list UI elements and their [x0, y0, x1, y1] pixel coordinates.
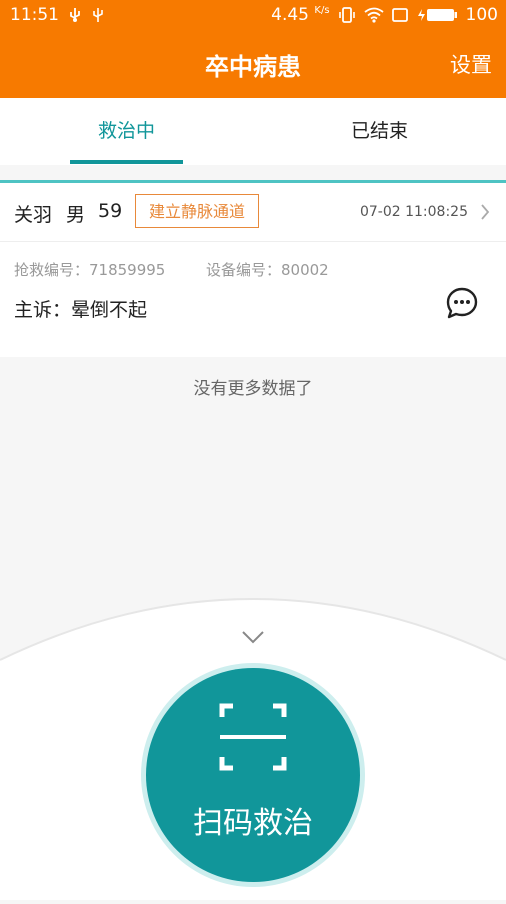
- patient-gender: 男: [66, 204, 86, 226]
- tab-in-treatment[interactable]: 救治中: [0, 98, 253, 165]
- scan-frame-icon: [219, 703, 287, 775]
- page-title: 卒中病患: [205, 53, 301, 81]
- battery-level: 100: [465, 5, 498, 25]
- chevron-down-icon[interactable]: [241, 629, 265, 648]
- rescue-number: 抢救编号：71859995: [14, 261, 166, 279]
- wifi-icon: [363, 7, 384, 23]
- chief-complaint: 主诉：晕倒不起: [14, 299, 148, 321]
- patient-timestamp: 07-02 11:08:25: [359, 204, 468, 220]
- battery-icon: [416, 7, 458, 23]
- screen-icon: [391, 8, 408, 22]
- chevron-right-icon: [480, 203, 490, 225]
- scan-treat-button[interactable]: 扫码救治: [146, 668, 360, 882]
- list-end-text: 没有更多数据了: [193, 379, 313, 399]
- vibrate-icon: [338, 6, 356, 24]
- patient-age: 59: [98, 200, 123, 222]
- status-time: 11:51: [10, 5, 59, 25]
- network-speed: 4.45 K/s: [271, 5, 330, 25]
- patient-card[interactable]: 关羽 男 59 建立静脉通道 07-02 11:08:25 抢救编号：71859…: [0, 180, 506, 357]
- app-bar: 卒中病患 设置: [0, 32, 506, 98]
- patient-name: 关羽: [14, 204, 53, 226]
- tab-indicator: [70, 160, 183, 164]
- usb-icon: [67, 7, 83, 23]
- tab-finished[interactable]: 已结束: [253, 98, 506, 165]
- status-tag: 建立静脉通道: [135, 194, 259, 228]
- patient-card-header[interactable]: 关羽 男 59 建立静脉通道 07-02 11:08:25: [0, 183, 506, 242]
- scan-button-label: 扫码救治: [193, 806, 313, 841]
- device-number: 设备编号：80002: [206, 261, 329, 279]
- settings-button[interactable]: 设置: [450, 49, 492, 79]
- tab-bar: 救治中 已结束: [0, 98, 506, 165]
- usb-debug-icon: [91, 7, 105, 23]
- message-icon[interactable]: [445, 286, 479, 324]
- status-bar: 11:51 4.45 K/s 100: [0, 0, 506, 32]
